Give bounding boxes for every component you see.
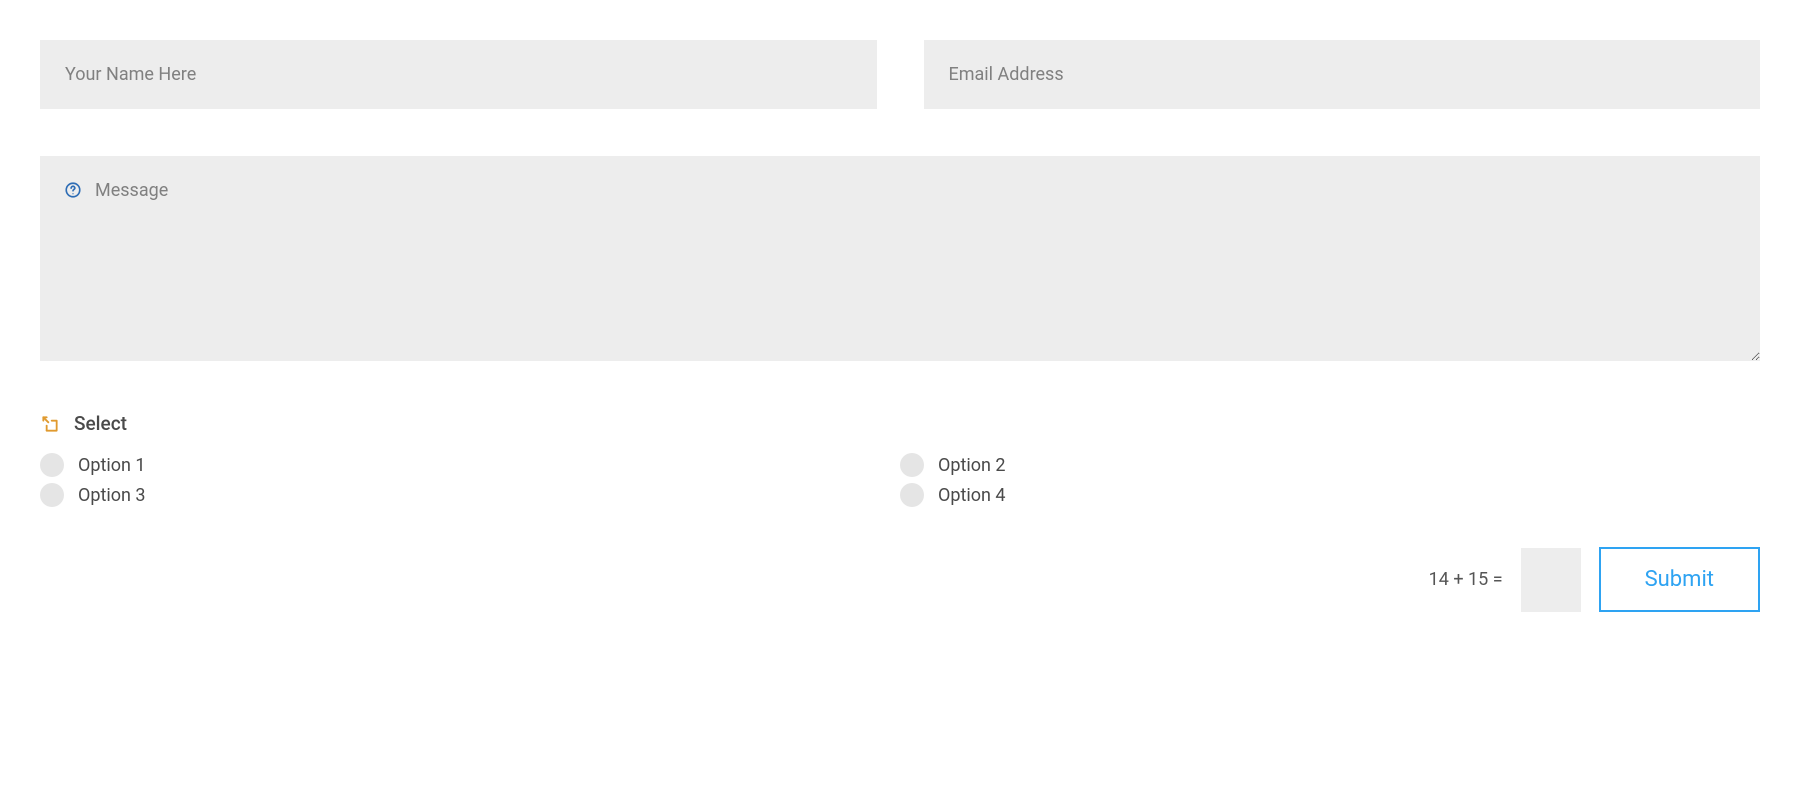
option-item-3: Option 3: [40, 483, 900, 507]
contact-form: Select Option 1 Option 2 Option 3 Option…: [40, 40, 1760, 612]
option-item-4: Option 4: [900, 483, 1760, 507]
input-row: [40, 40, 1760, 109]
select-section: Select Option 1 Option 2 Option 3 Option…: [40, 412, 1760, 507]
option-item-1: Option 1: [40, 453, 900, 477]
captcha-input[interactable]: [1521, 548, 1581, 612]
options-grid: Option 1 Option 2 Option 3 Option 4: [40, 453, 1760, 507]
option-label: Option 2: [938, 455, 1006, 476]
option-label: Option 3: [78, 485, 146, 506]
message-textarea[interactable]: [40, 156, 1760, 361]
submit-row: 14 + 15 = Submit: [40, 547, 1760, 612]
message-wrapper: [40, 156, 1760, 365]
option-label: Option 4: [938, 485, 1006, 506]
submit-button[interactable]: Submit: [1599, 547, 1760, 612]
radio-option-2[interactable]: [900, 453, 924, 477]
option-item-2: Option 2: [900, 453, 1760, 477]
radio-option-1[interactable]: [40, 453, 64, 477]
help-icon: [64, 181, 82, 199]
name-input[interactable]: [40, 40, 877, 109]
radio-option-3[interactable]: [40, 483, 64, 507]
option-label: Option 1: [78, 455, 146, 476]
email-input[interactable]: [924, 40, 1761, 109]
select-label-row: Select: [40, 412, 1760, 435]
arrow-into-box-icon: [40, 414, 60, 434]
select-label: Select: [74, 412, 127, 435]
radio-option-4[interactable]: [900, 483, 924, 507]
captcha-question: 14 + 15 =: [1429, 569, 1503, 590]
